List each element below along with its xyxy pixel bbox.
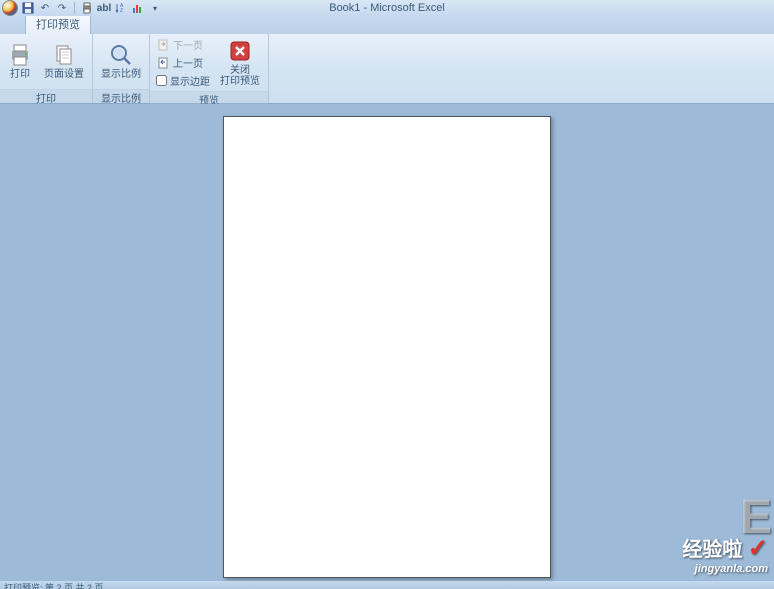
tab-print-preview[interactable]: 打印预览 xyxy=(25,13,91,34)
show-margins-input[interactable] xyxy=(156,75,167,86)
preview-group-label: 预览 xyxy=(150,91,268,105)
prev-page-button[interactable]: 上一页 xyxy=(154,54,212,71)
save-icon[interactable] xyxy=(21,1,35,15)
ribbon-group-print: 打印 页面设置 打印 xyxy=(0,34,93,103)
sort-qat-icon[interactable]: AZ xyxy=(114,1,128,15)
title-bar: ↶ ↷ abl AZ ▾ Book1 - Microsoft Excel xyxy=(0,0,774,16)
show-margins-label: 显示边距 xyxy=(170,73,210,88)
print-button[interactable]: 打印 xyxy=(4,41,36,82)
ribbon: 打印 页面设置 打印 显示比例 显示比例 xyxy=(0,34,774,104)
show-margins-checkbox[interactable]: 显示边距 xyxy=(154,72,212,89)
next-page-icon xyxy=(156,38,170,52)
preview-area xyxy=(0,104,774,581)
text-qat-icon[interactable]: abl xyxy=(97,1,111,15)
status-text: 打印预览: 第 2 页 共 2 页 xyxy=(4,583,104,589)
office-button[interactable] xyxy=(2,0,18,16)
close-label: 关闭打印预览 xyxy=(220,65,260,87)
next-page-label: 下一页 xyxy=(173,37,203,52)
status-bar: 打印预览: 第 2 页 共 2 页 xyxy=(0,581,774,589)
chart-qat-icon[interactable] xyxy=(131,1,145,15)
qat-dropdown-icon[interactable]: ▾ xyxy=(148,1,162,15)
page-setup-label: 页面设置 xyxy=(44,69,84,80)
close-icon xyxy=(228,39,252,63)
undo-icon[interactable]: ↶ xyxy=(38,1,52,15)
magnifier-icon xyxy=(109,43,133,67)
print-qat-icon[interactable] xyxy=(80,1,94,15)
qat-separator xyxy=(74,2,75,14)
next-page-button: 下一页 xyxy=(154,36,212,53)
zoom-label: 显示比例 xyxy=(101,69,141,80)
page-preview[interactable] xyxy=(223,116,551,578)
page-setup-icon xyxy=(52,43,76,67)
page-setup-button[interactable]: 页面设置 xyxy=(40,41,88,82)
ribbon-group-zoom: 显示比例 显示比例 xyxy=(93,34,150,103)
close-preview-button[interactable]: 关闭打印预览 xyxy=(216,37,264,89)
redo-icon[interactable]: ↷ xyxy=(55,1,69,15)
prev-page-icon xyxy=(156,56,170,70)
watermark-bg-letter: E xyxy=(740,490,772,545)
printer-icon xyxy=(8,43,32,67)
ribbon-tabs: 打印预览 xyxy=(0,16,774,34)
zoom-button[interactable]: 显示比例 xyxy=(97,41,145,82)
svg-text:Z: Z xyxy=(120,8,123,14)
window-title: Book1 - Microsoft Excel xyxy=(329,2,445,14)
watermark-text: 经验啦 xyxy=(682,539,742,561)
zoom-group-label: 显示比例 xyxy=(93,89,149,103)
watermark-url: jingyanla.com xyxy=(682,563,768,575)
print-group-label: 打印 xyxy=(0,89,92,103)
ribbon-group-preview: 下一页 上一页 显示边距 关闭打印预览 xyxy=(150,34,269,103)
print-label: 打印 xyxy=(10,69,30,80)
quick-access-toolbar: ↶ ↷ abl AZ ▾ xyxy=(0,0,162,16)
watermark: E 经验啦 ✓ jingyanla.com xyxy=(682,533,768,575)
prev-page-label: 上一页 xyxy=(173,55,203,70)
